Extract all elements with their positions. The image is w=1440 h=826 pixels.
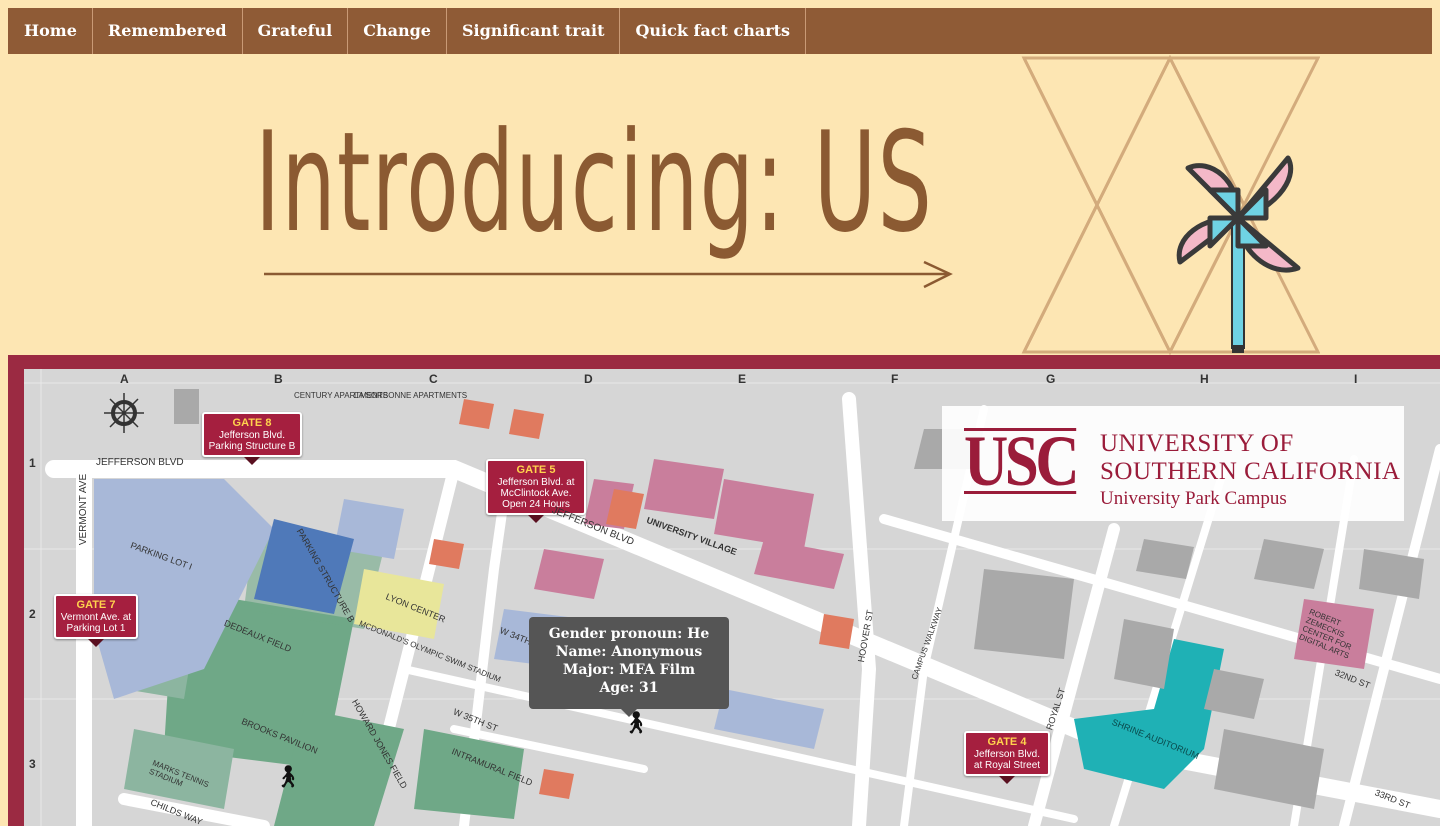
grid-col-a: A [120, 372, 129, 386]
nav-quick-fact-charts[interactable]: Quick fact charts [620, 8, 807, 54]
gate-5-marker[interactable]: GATE 5 Jefferson Blvd. at McClintock Ave… [486, 459, 586, 523]
nav-grateful[interactable]: Grateful [243, 8, 349, 54]
gate-desc: Vermont Ave. at Parking Lot 1 [60, 612, 132, 634]
building-label: LA SORBONNE APARTMENTS [354, 391, 468, 400]
street-label: VERMONT AVE [78, 473, 90, 546]
tooltip-major: Major: MFA Film [562, 662, 696, 678]
compass-icon [104, 393, 144, 433]
nav-home[interactable]: Home [8, 8, 93, 54]
usc-name-line1: UNIVERSITY OF [1100, 430, 1294, 457]
pinwheel-icon [1176, 155, 1301, 353]
nav-significant-trait[interactable]: Significant trait [447, 8, 621, 54]
arrow-icon [264, 260, 953, 289]
grid-col-d: D [584, 372, 593, 386]
campus-map-frame: A B C D E F G H I 1 2 3 USC UNIVERSITY O… [8, 355, 1440, 826]
usc-logo: USC [964, 421, 1080, 501]
campus-map[interactable]: A B C D E F G H I 1 2 3 USC UNIVERSITY O… [24, 369, 1440, 826]
grid-col-b: B [274, 372, 283, 386]
usc-brand-panel: USC UNIVERSITY OF SOUTHERN CALIFORNIA Un… [942, 406, 1404, 521]
gate-title: GATE 7 [76, 599, 116, 611]
gate-7-marker[interactable]: GATE 7 Vermont Ave. at Parking Lot 1 [54, 594, 138, 647]
gate-desc: Jefferson Blvd. Parking Structure B [208, 430, 296, 452]
grid-col-h: H [1200, 372, 1209, 386]
grid-row-2: 2 [29, 607, 36, 621]
street-label: JEFFERSON BLVD [96, 457, 184, 468]
grid-row-3: 3 [29, 757, 36, 771]
person-tooltip: Gender pronoun: He Name: Anonymous Major… [529, 617, 729, 717]
usc-campus-name: University Park Campus [1100, 488, 1287, 509]
grid-row-1: 1 [29, 456, 36, 470]
page-title: Introducing: US [255, 102, 934, 263]
gate-title: GATE 8 [232, 417, 272, 429]
tooltip-pronoun: Gender pronoun: He [548, 626, 710, 642]
grid-col-f: F [891, 372, 899, 386]
gate-4-marker[interactable]: GATE 4 Jefferson Blvd. at Royal Street [964, 731, 1050, 784]
grid-col-e: E [738, 372, 747, 386]
grid-col-c: C [429, 372, 438, 386]
top-nav: Home Remembered Grateful Change Signific… [8, 8, 1432, 54]
gate-desc: Jefferson Blvd. at McClintock Ave. Open … [497, 477, 575, 510]
grid-col-g: G [1046, 372, 1056, 386]
grid-col-i: I [1354, 372, 1358, 386]
tooltip-name: Name: Anonymous [555, 644, 703, 660]
nav-change[interactable]: Change [348, 8, 447, 54]
gate-8-marker[interactable]: GATE 8 Jefferson Blvd. Parking Structure… [202, 412, 302, 465]
person-icon[interactable]: 🚶︎ [274, 767, 302, 789]
tooltip-age: Age: 31 [599, 680, 659, 696]
nav-remembered[interactable]: Remembered [93, 8, 243, 54]
gate-title: GATE 4 [987, 736, 1027, 748]
gate-title: GATE 5 [516, 464, 556, 476]
usc-name-line2: SOUTHERN CALIFORNIA [1100, 458, 1401, 485]
gate-desc: Jefferson Blvd. at Royal Street [973, 749, 1041, 771]
